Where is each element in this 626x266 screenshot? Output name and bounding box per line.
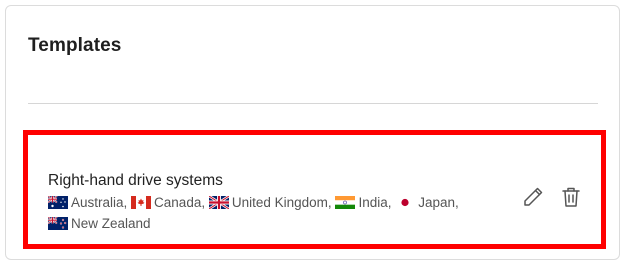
- pencil-icon[interactable]: [521, 185, 545, 209]
- country-canada: Canada,: [131, 195, 205, 210]
- country-australia: Australia,: [48, 195, 127, 210]
- divider: [28, 103, 598, 104]
- templates-card: Templates Right-hand drive systems Austr…: [5, 5, 620, 260]
- country-label: Australia,: [71, 195, 128, 210]
- country-new-zealand: New Zealand: [48, 216, 151, 231]
- new-zealand-flag-icon: [48, 217, 68, 230]
- country-label: Japan,: [418, 195, 459, 210]
- australia-flag-icon: [48, 196, 68, 209]
- united-kingdom-flag-icon: [208, 196, 229, 209]
- template-name: Right-hand drive systems: [48, 172, 223, 189]
- india-flag-icon: [335, 196, 356, 209]
- japan-flag-icon: [395, 196, 416, 209]
- country-label: Canada,: [154, 195, 206, 210]
- country-label: India,: [358, 195, 392, 210]
- country-list: Australia, Canada, United Kingdom, India…: [48, 192, 518, 234]
- country-united-kingdom: United Kingdom,: [208, 195, 332, 210]
- card-title: Templates: [28, 35, 122, 56]
- template-item[interactable]: Right-hand drive systems Australia, Cana…: [23, 130, 606, 249]
- trash-icon[interactable]: [559, 185, 583, 209]
- country-japan: Japan,: [395, 195, 459, 210]
- country-label: New Zealand: [71, 216, 151, 231]
- canada-flag-icon: [131, 196, 152, 209]
- country-india: India,: [335, 195, 391, 210]
- template-actions: [521, 185, 583, 209]
- country-label: United Kingdom,: [231, 195, 332, 210]
